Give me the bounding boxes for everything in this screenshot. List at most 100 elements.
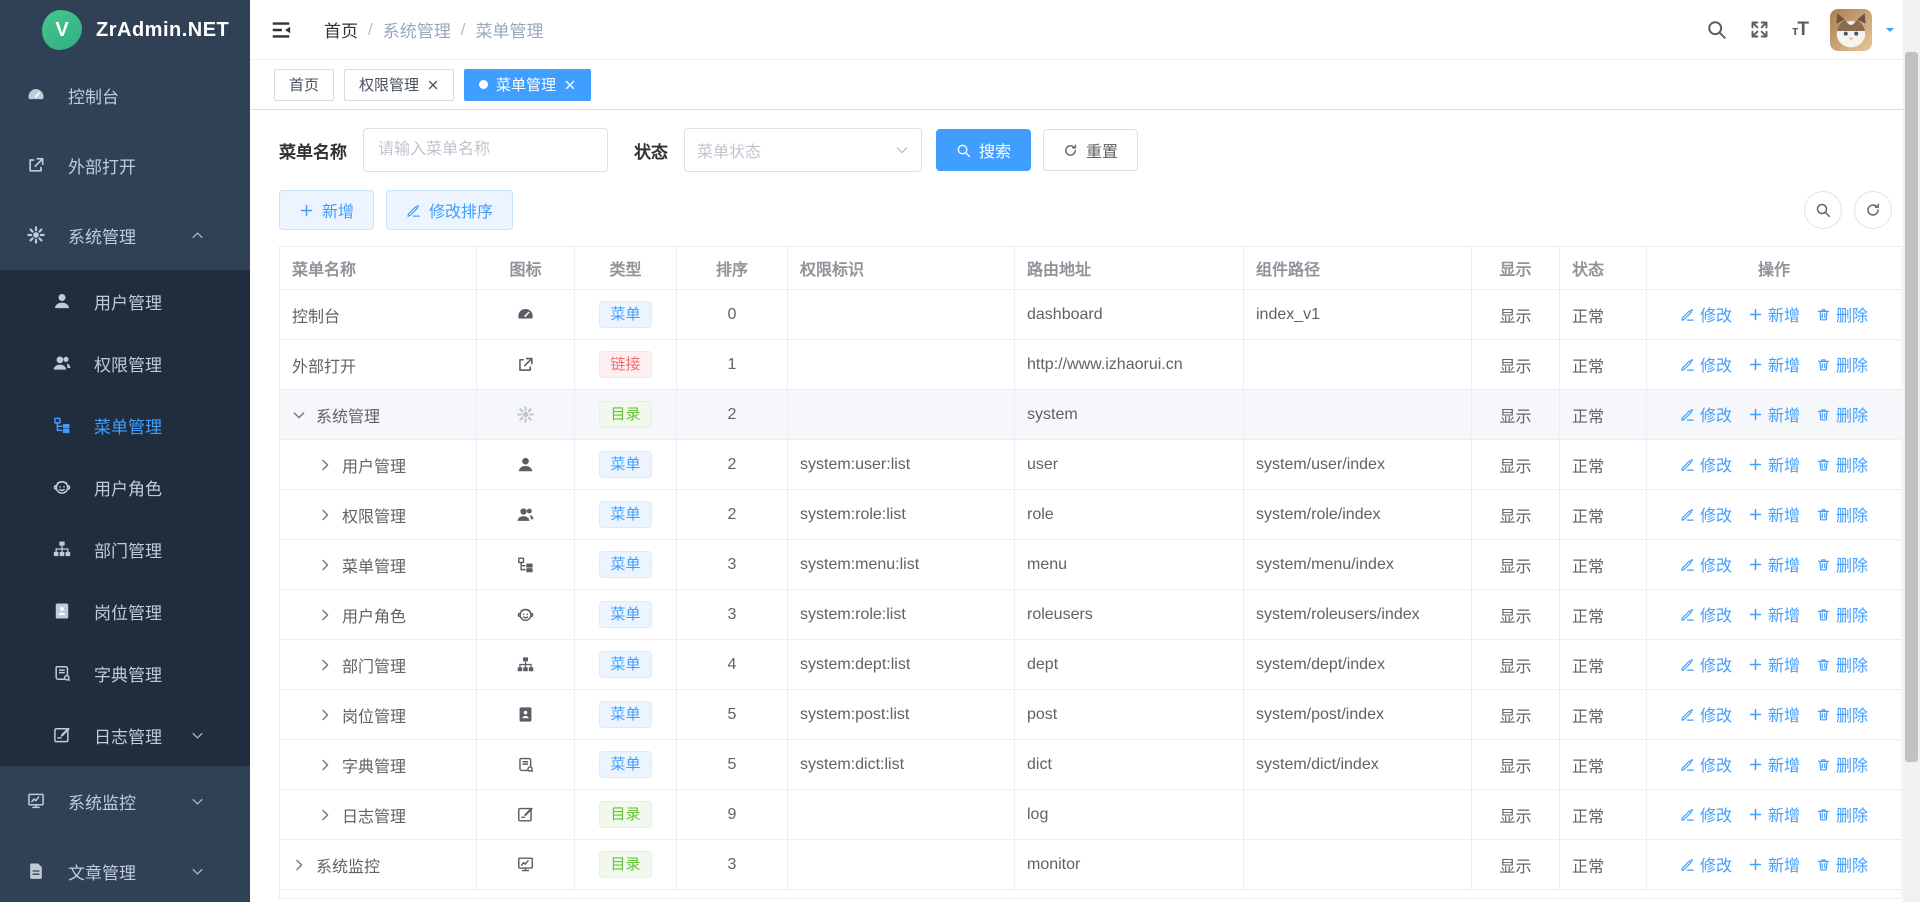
log-icon: [516, 805, 535, 824]
sidebar-item-用户管理[interactable]: 用户管理: [0, 270, 250, 332]
edit-link[interactable]: 修改: [1680, 702, 1732, 726]
add-link[interactable]: 新增: [1748, 502, 1800, 526]
external-link-icon: [26, 155, 46, 175]
sidebar-item-菜单管理[interactable]: 菜单管理: [0, 394, 250, 456]
cell-permission: [788, 340, 1015, 390]
add-link[interactable]: 新增: [1748, 352, 1800, 376]
delete-link[interactable]: 删除: [1816, 402, 1868, 426]
edit-link[interactable]: 修改: [1680, 302, 1732, 326]
edit-link[interactable]: 修改: [1680, 652, 1732, 676]
sidebar-item-字典管理[interactable]: 字典管理: [0, 642, 250, 704]
user-avatar-dropdown[interactable]: [1830, 9, 1896, 51]
external-link-icon: [516, 355, 535, 374]
breadcrumb-separator: /: [368, 20, 373, 40]
sidebar-item-用户角色[interactable]: 用户角色: [0, 456, 250, 518]
edit-link[interactable]: 修改: [1680, 502, 1732, 526]
add-link[interactable]: 新增: [1748, 602, 1800, 626]
font-size-icon[interactable]: тT: [1792, 19, 1808, 41]
sidebar-item-权限管理[interactable]: 权限管理: [0, 332, 250, 394]
cell-component: system/post/index: [1244, 690, 1472, 740]
robot-icon: [516, 605, 535, 624]
cell-permission: [788, 790, 1015, 840]
tab-首页[interactable]: 首页: [274, 69, 334, 101]
delete-link[interactable]: 删除: [1816, 452, 1868, 476]
delete-link[interactable]: 删除: [1816, 802, 1868, 826]
trash-icon: [1816, 357, 1831, 372]
delete-link[interactable]: 删除: [1816, 352, 1868, 376]
menu-name-label: 菜单名称: [279, 138, 347, 163]
sidebar-item-文章管理[interactable]: 文章管理: [0, 836, 250, 902]
scrollbar-thumb[interactable]: [1905, 52, 1918, 762]
sidebar-item-部门管理[interactable]: 部门管理: [0, 518, 250, 580]
chevron-down-icon: [191, 795, 204, 808]
toggle-search-button[interactable]: [1804, 191, 1842, 229]
sidebar-item-岗位管理[interactable]: 岗位管理: [0, 580, 250, 642]
edit-link[interactable]: 修改: [1680, 802, 1732, 826]
menu-fold-icon[interactable]: [270, 19, 292, 41]
add-link[interactable]: 新增: [1748, 752, 1800, 776]
sidebar-item-系统监控[interactable]: 系统监控: [0, 766, 250, 836]
close-icon: [427, 79, 439, 91]
app-logo[interactable]: V ZrAdmin.NET: [0, 0, 250, 60]
cell-icon: [477, 740, 575, 790]
delete-link[interactable]: 删除: [1816, 502, 1868, 526]
action-label: 新增: [1768, 402, 1800, 426]
delete-link[interactable]: 删除: [1816, 602, 1868, 626]
chevron-down-icon: [895, 143, 909, 157]
add-link[interactable]: 新增: [1748, 302, 1800, 326]
sidebar-item-系统管理[interactable]: 系统管理: [0, 200, 250, 270]
sidebar-item-日志管理[interactable]: 日志管理: [0, 704, 250, 766]
cell-status: 正常: [1560, 590, 1647, 640]
menu-name-input[interactable]: [363, 128, 608, 172]
avatar[interactable]: [1830, 9, 1872, 51]
edit-link[interactable]: 修改: [1680, 602, 1732, 626]
cell-visible: 显示: [1472, 840, 1560, 890]
add-link[interactable]: 新增: [1748, 852, 1800, 876]
sidebar-item-label: 文章管理: [68, 859, 136, 884]
add-button[interactable]: 新增: [279, 190, 374, 230]
delete-link[interactable]: 删除: [1816, 302, 1868, 326]
cell-type: 菜单: [575, 490, 677, 540]
delete-link[interactable]: 删除: [1816, 852, 1868, 876]
scrollbar-up-button[interactable]: [1903, 0, 1920, 17]
dict-icon: [52, 663, 72, 683]
sidebar-item-外部打开[interactable]: 外部打开: [0, 130, 250, 200]
plus-icon: [1748, 707, 1763, 722]
search-button[interactable]: 搜索: [936, 129, 1031, 171]
delete-link[interactable]: 删除: [1816, 702, 1868, 726]
cell-permission: [788, 290, 1015, 340]
add-link[interactable]: 新增: [1748, 652, 1800, 676]
add-link[interactable]: 新增: [1748, 452, 1800, 476]
tab-权限管理[interactable]: 权限管理: [344, 69, 454, 101]
edit-sort-button[interactable]: 修改排序: [386, 190, 513, 230]
menu-name-text: 用户管理: [342, 453, 406, 477]
delete-link[interactable]: 删除: [1816, 552, 1868, 576]
edit-link[interactable]: 修改: [1680, 552, 1732, 576]
cell-sort: 4: [677, 640, 788, 690]
edit-link[interactable]: 修改: [1680, 452, 1732, 476]
add-link[interactable]: 新增: [1748, 802, 1800, 826]
delete-link[interactable]: 删除: [1816, 652, 1868, 676]
header-search-icon[interactable]: [1706, 19, 1727, 40]
add-link[interactable]: 新增: [1748, 402, 1800, 426]
cell-icon: [477, 540, 575, 590]
sidebar-item-控制台[interactable]: 控制台: [0, 60, 250, 130]
refresh-table-button[interactable]: [1854, 191, 1892, 229]
edit-link[interactable]: 修改: [1680, 352, 1732, 376]
edit-link[interactable]: 修改: [1680, 402, 1732, 426]
add-link[interactable]: 新增: [1748, 552, 1800, 576]
add-link[interactable]: 新增: [1748, 702, 1800, 726]
tree-icon: [516, 555, 535, 574]
plus-icon: [1748, 507, 1763, 522]
edit-link[interactable]: 修改: [1680, 752, 1732, 776]
delete-link[interactable]: 删除: [1816, 752, 1868, 776]
action-label: 修改: [1700, 602, 1732, 626]
cell-actions: 修改新增删除: [1647, 540, 1902, 590]
action-label: 修改: [1700, 352, 1732, 376]
tab-菜单管理[interactable]: 菜单管理: [464, 69, 591, 101]
reset-button[interactable]: 重置: [1043, 129, 1138, 171]
breadcrumb-home[interactable]: 首页: [324, 17, 358, 42]
menu-status-select[interactable]: 菜单状态: [684, 128, 922, 172]
edit-link[interactable]: 修改: [1680, 852, 1732, 876]
fullscreen-icon[interactable]: [1749, 19, 1770, 40]
